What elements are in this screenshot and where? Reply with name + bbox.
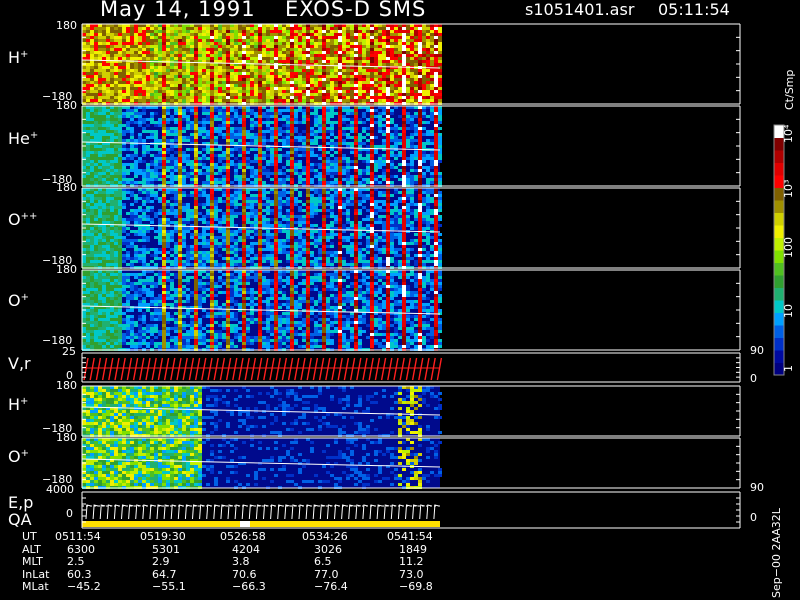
ephemeris-row-label: MLT <box>22 555 43 568</box>
axis-tick-label: 180 <box>56 263 77 276</box>
ephemeris-cell: 2.5 <box>67 555 85 568</box>
spectrogram-canvas <box>81 23 785 529</box>
ephemeris-cell: 0511:54 <box>55 530 101 543</box>
ephemeris-cell: 1849 <box>399 542 427 556</box>
ephemeris-row-label: InLat <box>22 567 50 581</box>
panel-label-o-plus-2: O+ <box>8 447 29 466</box>
axis-tick-label: 0 <box>66 507 73 520</box>
ephemeris-cell: 73.0 <box>399 567 424 581</box>
colorbar-tick-label: 100 <box>782 237 795 258</box>
ephemeris-cell: 64.7 <box>152 567 177 581</box>
ephemeris-cell: −55.1 <box>152 580 186 593</box>
ephemeris-cell: 11.2 <box>399 555 424 568</box>
ephemeris-cell: 0526:58 <box>220 530 266 543</box>
right-axis-tick-label: 90 <box>750 481 764 494</box>
panel-label-o-plus-plus: O++ <box>8 210 38 229</box>
ephemeris-row-label: ALT <box>22 542 41 556</box>
ephemeris-cell: −76.4 <box>314 580 348 593</box>
ephemeris-cell: 3.8 <box>232 555 250 568</box>
colorbar-segment <box>774 200 784 213</box>
panel-label-vr: V,r <box>8 354 31 373</box>
panel-label-ep: E,p <box>8 493 34 512</box>
ephemeris-cell: −66.3 <box>232 580 266 593</box>
panel-label-o-plus: O+ <box>8 291 29 310</box>
axis-tick-label: 4000 <box>46 483 74 496</box>
colorbar-tick-label: 1 <box>782 365 795 372</box>
colorbar-tick-label: 10 <box>782 304 795 318</box>
colorbar-segment <box>774 350 784 363</box>
qa-bar-mark <box>240 521 250 527</box>
panel-label-h-plus: H+ <box>8 48 29 67</box>
ephemeris-cell: 0534:26 <box>302 530 348 543</box>
right-axis-tick-label: 0 <box>750 511 757 524</box>
colorbar-segment <box>774 287 784 301</box>
panel-label-he-plus: He+ <box>8 129 39 148</box>
colorbar-segment <box>774 212 784 226</box>
colorbar-segment <box>774 325 784 338</box>
ephemeris-row-label: MLat <box>22 580 49 593</box>
energy-sawtooth <box>85 504 440 520</box>
colorbar-segment <box>774 337 784 351</box>
colorbar-segment <box>774 162 784 176</box>
ephemeris-cell: 6300 <box>67 542 95 556</box>
ephemeris-cell: 4204 <box>232 542 260 556</box>
axis-tick-label: 180 <box>56 379 77 392</box>
ephemeris-cell: 70.6 <box>232 567 257 581</box>
colorbar-tick-label: 10³ <box>782 179 795 198</box>
axis-tick-label: 180 <box>56 431 77 444</box>
ephemeris-cell: 2.9 <box>152 555 170 568</box>
ephemeris-cell: −45.2 <box>67 580 101 593</box>
panel-label-h-plus-2: H+ <box>8 395 29 414</box>
ephemeris-cell: 0519:30 <box>140 530 186 543</box>
colorbar-segment <box>774 275 784 288</box>
ephemeris-cell: 0541:54 <box>387 530 433 543</box>
colorbar-segment <box>774 150 784 163</box>
axis-tick-label: 180 <box>56 181 77 194</box>
panel-label-qa: QA <box>8 510 32 529</box>
axis-tick-label: 25 <box>62 345 76 358</box>
colorbar-segment <box>774 262 784 276</box>
ephemeris-cell: 3026 <box>314 542 342 556</box>
footer-id: Sep−00 2AA32L <box>770 508 783 598</box>
colorbar-tick-label: 10⁴ <box>782 124 795 143</box>
qa-bar <box>82 521 440 527</box>
spectrogram-plot: May 14, 1991 EXOS-D SMS s1051401.asr 05:… <box>0 0 800 600</box>
ephemeris-row-label: UT <box>22 530 37 543</box>
axis-tick-label: 180 <box>56 99 77 112</box>
right-axis-tick-label: 90 <box>750 344 764 357</box>
ephemeris-cell: −69.8 <box>399 580 433 593</box>
colorbar-unit-label: Ct/Smp <box>783 69 796 110</box>
ephemeris-cell: 77.0 <box>314 567 339 581</box>
right-axis-tick-label: 0 <box>750 372 757 385</box>
ephemeris-cell: 60.3 <box>67 567 92 581</box>
axis-tick-label: 180 <box>56 19 77 32</box>
ephemeris-cell: 6.5 <box>314 555 332 568</box>
ephemeris-cell: 5301 <box>152 542 180 556</box>
